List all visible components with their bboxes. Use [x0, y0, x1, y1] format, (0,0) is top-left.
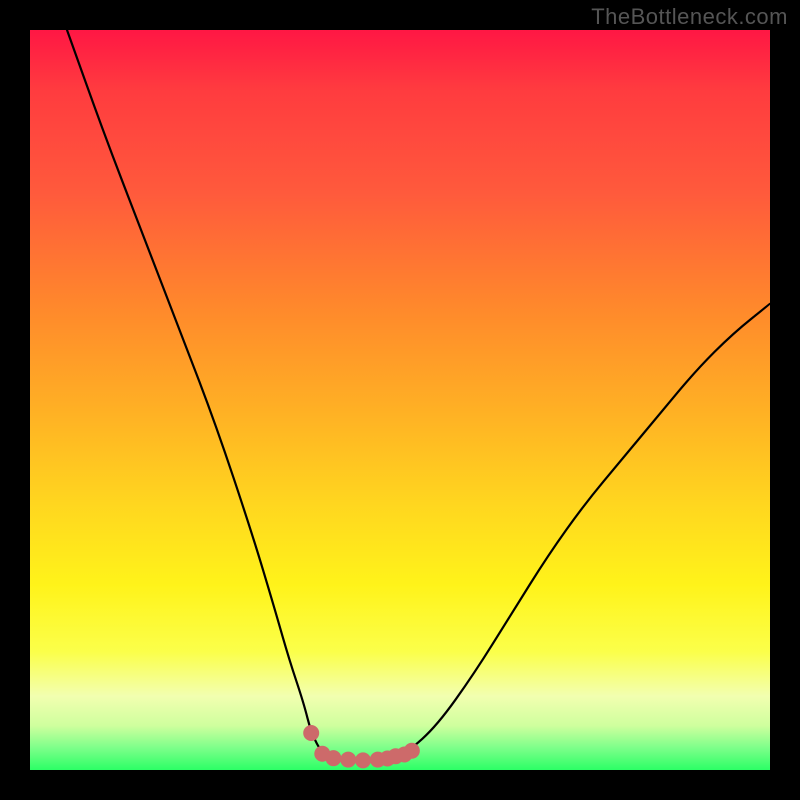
v-curve-line [67, 30, 770, 760]
trough-markers [303, 725, 420, 768]
trough-marker [325, 750, 341, 766]
watermark-label: TheBottleneck.com [591, 4, 788, 30]
curve-overlay [30, 30, 770, 770]
trough-marker [303, 725, 319, 741]
trough-marker [404, 743, 420, 759]
chart-frame: TheBottleneck.com [0, 0, 800, 800]
trough-marker [340, 752, 356, 768]
trough-marker [355, 752, 371, 768]
